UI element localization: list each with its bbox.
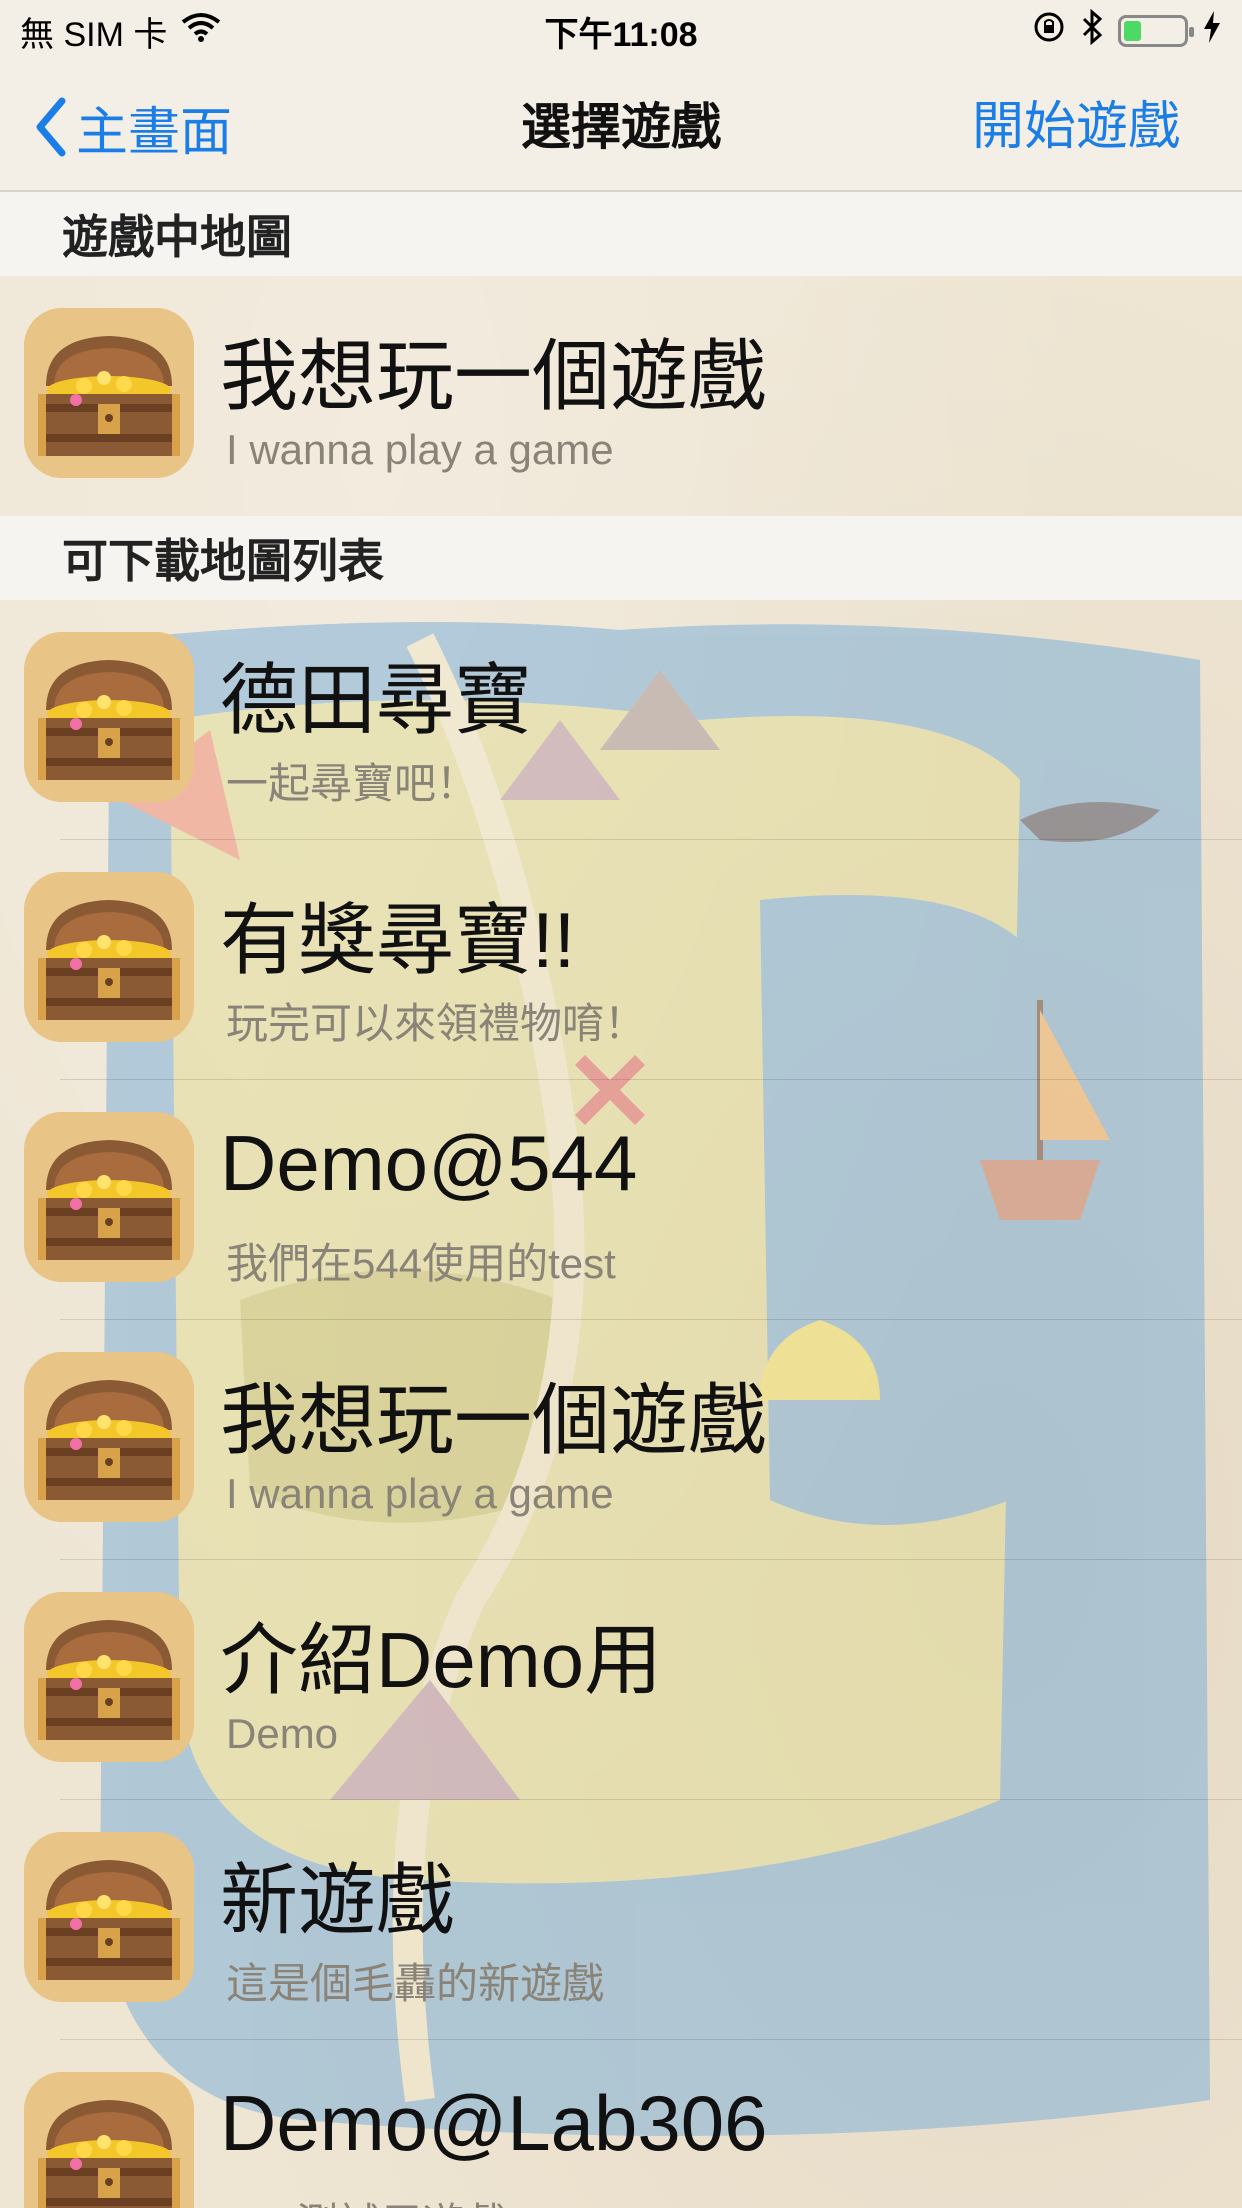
map-title: 我想玩一個遊戲: [220, 1376, 767, 1464]
map-title: 新遊戲: [220, 1856, 455, 1944]
map-list-item[interactable]: 有獎尋寶!! 玩完可以來領禮物唷！: [0, 840, 1242, 1080]
map-list-item[interactable]: Demo@Lab306 306測試用遊戲: [0, 2040, 1242, 2208]
map-title: 有獎尋寶!!: [220, 896, 576, 984]
treasure-chest-icon: [24, 1832, 194, 2002]
wifi-icon: [181, 12, 221, 51]
start-game-button[interactable]: 開始遊戲: [972, 92, 1180, 162]
status-bar: 無 SIM 卡 下午11:08: [0, 0, 1242, 62]
treasure-chest-icon: [24, 632, 194, 802]
map-subtitle: 這是個毛轟的新遊戲: [226, 1960, 605, 2007]
battery-icon: [1118, 15, 1194, 47]
map-subtitle: I wanna play a game: [226, 1470, 614, 1517]
orientation-lock-icon: [1032, 10, 1066, 53]
map-list-item[interactable]: 德田尋寶一起尋寶吧！: [0, 600, 1242, 840]
treasure-chest-icon: [24, 308, 194, 478]
map-title: Demo@Lab306: [220, 2079, 768, 2167]
treasure-chest-icon: [24, 2072, 194, 2208]
navigation-bar: 主畫面 選擇遊戲 開始遊戲: [0, 62, 1242, 192]
section-header-downloadable: 可下載地圖列表: [0, 516, 1242, 600]
carrier-label: 無 SIM 卡: [20, 15, 168, 54]
map-list-item[interactable]: 我想玩一個遊戲 I wanna play a game: [0, 1320, 1242, 1560]
map-subtitle: 我們在544使用的test: [226, 1240, 616, 1287]
map-subtitle: Demo: [226, 1710, 339, 1757]
map-list-item[interactable]: 新遊戲這是個毛轟的新遊戲: [0, 1800, 1242, 2040]
map-list-item[interactable]: 介紹Demo用 Demo: [0, 1560, 1242, 1800]
map-subtitle: 306測試用遊戲: [226, 2190, 506, 2208]
charging-bolt-icon: [1202, 10, 1222, 52]
map-subtitle: 玩完可以來領禮物唷！: [226, 1000, 647, 1047]
treasure-chest-icon: [24, 1592, 194, 1762]
treasure-chest-icon: [24, 1352, 194, 1522]
map-list-item[interactable]: Demo@544 我們在544使用的test: [0, 1080, 1242, 1320]
map-title: 德田尋寶: [220, 656, 533, 744]
treasure-chest-icon: [24, 1112, 194, 1282]
bluetooth-icon: [1080, 8, 1104, 54]
section-header-in-game: 遊戲中地圖: [0, 192, 1242, 276]
treasure-chest-icon: [24, 872, 194, 1042]
map-title: 介紹Demo用: [220, 1616, 663, 1704]
map-title: Demo@544: [220, 1119, 638, 1207]
map-list-item[interactable]: 我想玩一個遊戲 I wanna play a game: [0, 276, 1242, 516]
map-subtitle: I wanna play a game: [226, 426, 614, 473]
map-subtitle: 一起尋寶吧！: [226, 760, 479, 807]
map-title: 我想玩一個遊戲: [220, 332, 767, 420]
battery-level: [1124, 21, 1141, 41]
